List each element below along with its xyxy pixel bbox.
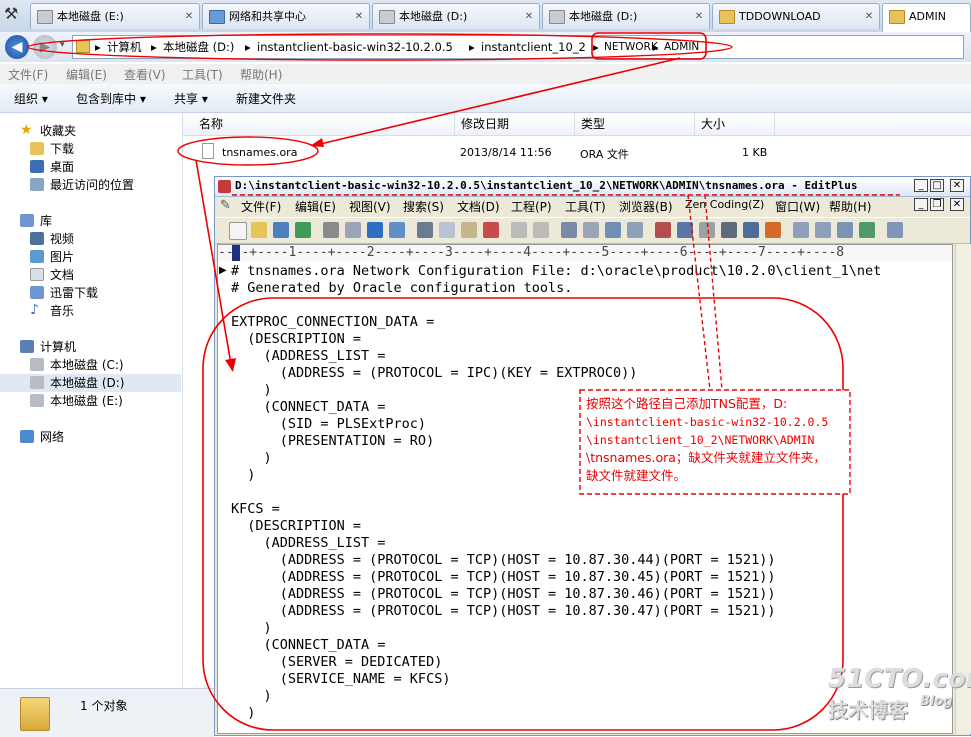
dashed-connector bbox=[687, 194, 711, 391]
arrowhead-code bbox=[225, 358, 236, 372]
annotation-line-2: \instantclient-basic-win32-10.2.0.5 bbox=[586, 415, 829, 429]
arrow-line-to-code bbox=[195, 159, 233, 371]
annotation-line-5: 缺文件就建文件。 bbox=[586, 468, 687, 483]
watermark-sub: 技术博客 bbox=[828, 698, 908, 722]
arrowhead-file bbox=[310, 138, 324, 147]
annotation-overlay bbox=[27, 32, 900, 731]
annotation-line-1: 按照这个路径自己添加TNS配置，D: bbox=[586, 396, 788, 411]
highlight-ellipse-path bbox=[27, 33, 733, 61]
code-highlight-rounded-box bbox=[202, 297, 844, 731]
annotation-line-4: \tnsnames.ora；缺文件夹就建立文件夹， bbox=[586, 450, 826, 465]
watermark-blog: Blog bbox=[920, 694, 953, 709]
dashed-connector bbox=[704, 194, 723, 391]
highlight-ellipse-file bbox=[177, 136, 319, 166]
watermark-site: 51CTO.com bbox=[828, 664, 971, 694]
arrow-line-to-file bbox=[311, 57, 681, 147]
annotation-line-3: \instantclient_10_2\NETWORK\ADMIN bbox=[586, 433, 815, 447]
